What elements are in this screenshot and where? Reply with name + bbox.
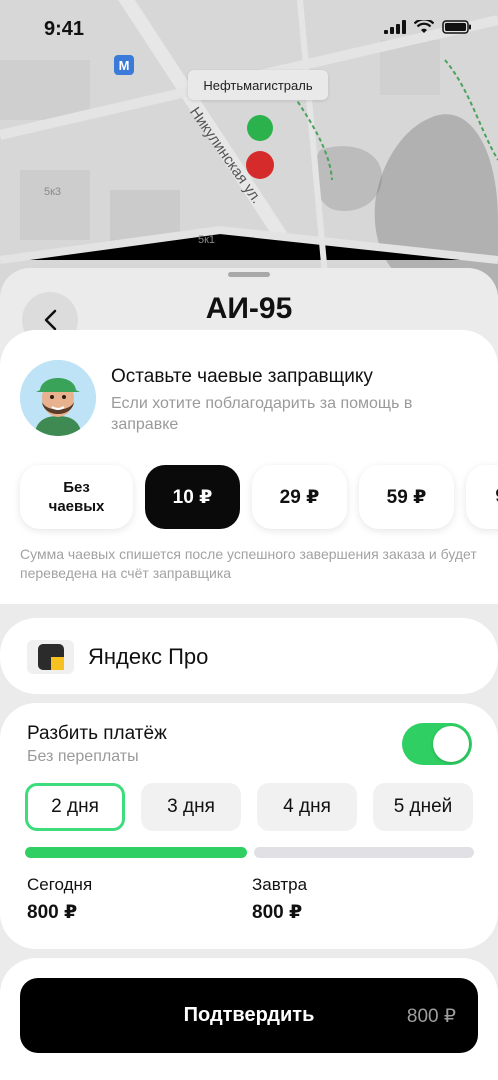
period-5-days[interactable]: 5 дней	[373, 783, 473, 831]
period-2-days[interactable]: 2 дня	[25, 783, 125, 831]
confirm-price: 800 ₽	[406, 1006, 456, 1027]
tip-option-10[interactable]: 10 ₽	[145, 465, 240, 529]
status-bar: 9:41	[0, 0, 498, 56]
split-title: Разбить платёж	[27, 723, 167, 744]
station-tag[interactable]: Нефтьмагистраль	[188, 70, 328, 100]
green-map-pin[interactable]	[247, 115, 273, 141]
tips-subtitle: Если хотите поблагодарить за помощь в за…	[111, 395, 413, 433]
payment-method-card[interactable]	[0, 618, 498, 694]
progress-segment-remaining	[254, 847, 474, 858]
split-toggle[interactable]	[402, 723, 472, 765]
period-3-days[interactable]: 3 дня	[141, 783, 241, 831]
fuel-title: АИ-95	[205, 292, 293, 325]
battery-icon	[442, 20, 471, 34]
wifi-icon	[414, 20, 434, 33]
tip-option-next[interactable]: 9	[466, 465, 498, 529]
status-time: 9:41	[44, 18, 85, 40]
split-periods: 2 дня 3 дня 4 дня 5 дней	[25, 783, 473, 831]
payment-method-label: Яндекс Про	[88, 644, 209, 669]
building-label: 5к1	[198, 234, 216, 246]
tip-option-29[interactable]: 29 ₽	[252, 465, 347, 529]
tips-title: Оставьте чаевые заправщику	[111, 366, 373, 387]
tip-option-59[interactable]: 59 ₽	[359, 465, 454, 529]
red-map-pin[interactable]	[246, 151, 274, 179]
cellular-signal-icon	[384, 20, 406, 34]
payment-today: Сегодня 800 ₽	[27, 875, 92, 924]
yandex-pro-logo-icon-graphic	[37, 644, 64, 670]
payment-today-label: Сегодня	[27, 875, 93, 894]
payment-tomorrow-amount: 800 ₽	[252, 902, 303, 923]
split-progress	[25, 847, 474, 858]
confirm-button[interactable]: Подтвердить 800 ₽	[20, 978, 478, 1053]
payment-tomorrow: Завтра 800 ₽	[252, 875, 307, 924]
building-label: 5к3	[44, 186, 62, 198]
attendant-avatar-illustration	[20, 360, 96, 436]
period-4-days[interactable]: 4 дня	[257, 783, 357, 831]
yandex-pro-logo-icon	[27, 640, 74, 674]
tips-note: Сумма чаевых спишется после успешного за…	[20, 546, 477, 581]
progress-segment-paid	[25, 847, 247, 858]
metro-icon: M	[114, 55, 134, 75]
split-subtitle: Без переплаты	[27, 748, 139, 765]
tip-options: Безчаевых 10 ₽ 29 ₽ 59 ₽ 9	[20, 465, 498, 529]
tip-option-none[interactable]: Без чаевых	[20, 465, 133, 529]
sheet-grabber[interactable]	[228, 272, 270, 277]
attendant-avatar	[20, 360, 96, 436]
payment-tomorrow-label: Завтра	[252, 875, 308, 894]
status-icons	[384, 20, 472, 34]
payment-today-amount: 800 ₽	[27, 902, 78, 923]
toggle-knob	[433, 726, 469, 762]
